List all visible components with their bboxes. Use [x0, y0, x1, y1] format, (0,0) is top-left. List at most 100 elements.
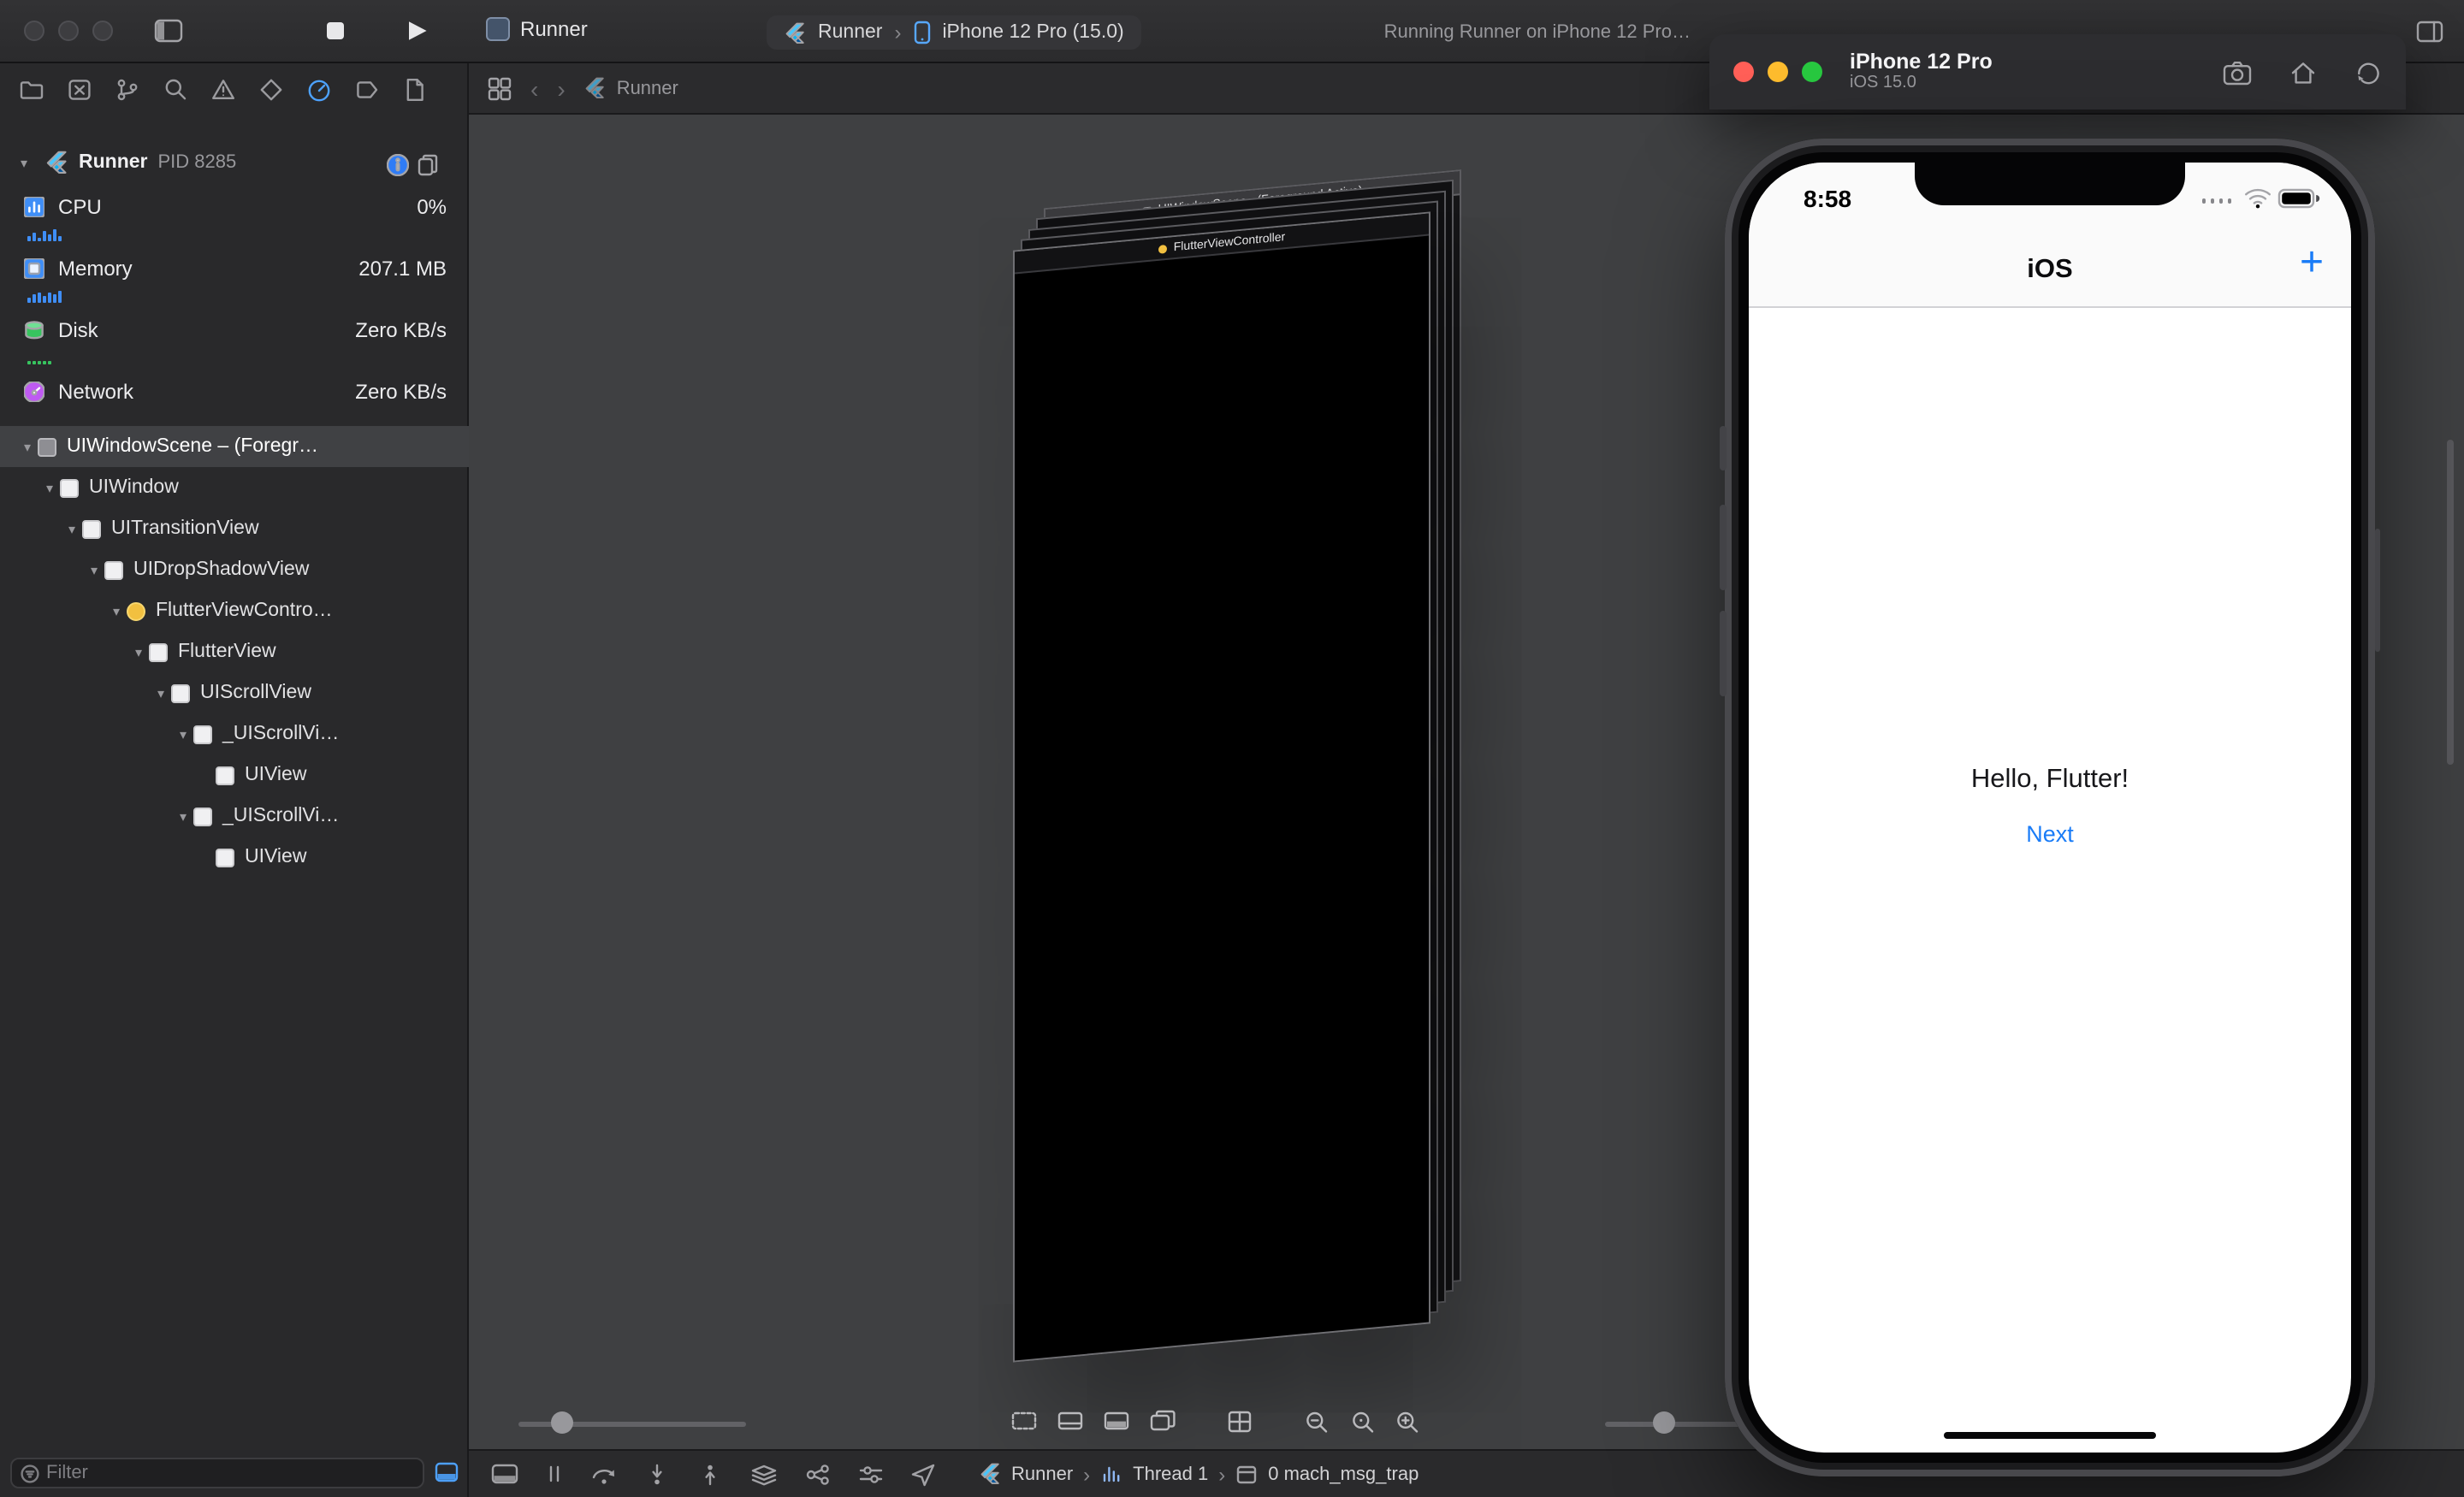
info-icon[interactable]	[387, 154, 409, 176]
forward-chevron-icon[interactable]: ›	[557, 76, 565, 100]
tree-row-uiscrollview-private-1[interactable]: _UIScrollVi…	[0, 713, 469, 754]
stop-button[interactable]	[325, 21, 346, 41]
home-icon[interactable]	[2289, 59, 2317, 85]
gauge-disk[interactable]: Disk	[24, 317, 98, 344]
tree-row-uiwindowscene[interactable]: UIWindowScene – (Foregr…	[0, 426, 469, 467]
tree-row-label: FlutterViewContro…	[156, 601, 333, 621]
canvas-scrollbar[interactable]	[2447, 440, 2454, 765]
tree-row-uiscrollview-private-2[interactable]: _UIScrollVi…	[0, 796, 469, 837]
tree-row-uiscrollview[interactable]: UIScrollView	[0, 672, 469, 713]
zoom-window-button[interactable]	[1802, 62, 1822, 82]
jump-bar-label: Runner	[616, 78, 678, 98]
volume-up-button	[1720, 505, 1726, 590]
minimize-window-button[interactable]	[1768, 62, 1788, 82]
tree-row-uitransitionview[interactable]: UITransitionView	[0, 508, 469, 549]
view-controller-icon	[127, 601, 145, 620]
simulator-title-bar[interactable]: iPhone 12 Pro iOS 15.0	[1709, 34, 2406, 109]
minimize-window-button[interactable]	[58, 21, 79, 41]
zoom-in-icon[interactable]	[1395, 1410, 1420, 1435]
debug-navigator-icon[interactable]	[306, 76, 332, 102]
range-slider-knob[interactable]	[1653, 1411, 1675, 1434]
scheme-name[interactable]: Runner	[818, 22, 882, 43]
home-indicator[interactable]	[1944, 1431, 2156, 1439]
find-navigator-icon[interactable]	[163, 76, 188, 102]
tree-row-flutterviewcontroller[interactable]: FlutterViewContro…	[0, 590, 469, 631]
pause-execution-icon[interactable]	[544, 1463, 565, 1485]
simulate-location-icon[interactable]	[910, 1462, 936, 1486]
debug-panel-toggle-icon[interactable]	[435, 1461, 459, 1483]
simulator-traffic-lights[interactable]	[1733, 62, 1822, 82]
filter-field[interactable]	[10, 1458, 424, 1488]
show-layers-icon[interactable]	[1150, 1410, 1176, 1432]
rotate-device-icon[interactable]	[2354, 59, 2382, 85]
tree-row-uidropshadowview[interactable]: UIDropShadowView	[0, 549, 469, 590]
breadcrumb-chevron	[1218, 1462, 1225, 1486]
filter-input[interactable]	[46, 1463, 414, 1483]
tree-row-uiview-2[interactable]: UIView	[0, 837, 469, 878]
run-button[interactable]	[406, 19, 428, 43]
show-view-frames-icon[interactable]	[1057, 1410, 1083, 1432]
back-chevron-icon[interactable]: ‹	[530, 76, 538, 100]
jump-bar-item[interactable]: Runner	[584, 77, 678, 99]
editor-options-icon[interactable]	[2416, 21, 2443, 43]
tree-row-label: _UIScrollVi…	[222, 806, 340, 826]
tree-row-label: UIWindow	[89, 477, 179, 498]
project-navigator-icon[interactable]	[19, 76, 44, 102]
volume-down-button	[1720, 611, 1726, 696]
breadcrumb-process[interactable]: Runner	[1011, 1464, 1073, 1484]
view-icon	[193, 807, 212, 825]
tree-row-uiview-1[interactable]: UIView	[0, 754, 469, 796]
process-row[interactable]: Runner PID 8285	[14, 151, 236, 175]
zoom-actual-size-icon[interactable]	[1350, 1410, 1376, 1435]
zoom-window-button[interactable]	[92, 21, 113, 41]
related-items-grid-icon[interactable]	[488, 76, 512, 100]
zoom-out-icon[interactable]	[1304, 1410, 1330, 1435]
destination-device-icon	[913, 21, 930, 44]
step-over-icon[interactable]	[590, 1462, 618, 1486]
report-navigator-icon[interactable]	[402, 76, 428, 102]
tree-row-uiwindow[interactable]: UIWindow	[0, 467, 469, 508]
step-out-icon[interactable]	[696, 1462, 724, 1486]
layer-flutterviewcontroller[interactable]: FlutterViewController	[1013, 211, 1430, 1363]
iphone-12-pro-device-frame: 8:58 iOS + Hello, Flutter! Next	[1720, 139, 2380, 1476]
memory-gauge-icon	[24, 258, 44, 279]
tree-row-label: _UIScrollVi…	[222, 724, 340, 744]
orientation-grid-icon[interactable]	[1227, 1410, 1253, 1434]
app-nav-title: iOS	[2027, 255, 2073, 284]
disclosure-icon[interactable]	[14, 152, 34, 173]
view-controller-icon	[1158, 243, 1167, 253]
project-proxy-icon[interactable]	[486, 17, 510, 41]
next-button[interactable]: Next	[1749, 821, 2351, 847]
gauge-cpu[interactable]: CPU	[24, 193, 102, 221]
show-clipped-content-icon[interactable]	[1011, 1410, 1037, 1432]
simulator-screen[interactable]: 8:58 iOS + Hello, Flutter! Next	[1749, 163, 2351, 1453]
screenshot-icon[interactable]	[2223, 59, 2252, 85]
close-window-button[interactable]	[24, 21, 44, 41]
gauge-memory[interactable]: Memory	[24, 255, 133, 282]
step-into-icon[interactable]	[643, 1462, 671, 1486]
tree-row-flutterview[interactable]: FlutterView	[0, 631, 469, 672]
debug-memory-graph-icon[interactable]	[804, 1462, 832, 1486]
source-control-navigator-icon[interactable]	[67, 76, 92, 102]
debug-breadcrumb: Runner Thread 1 0 mach_msg_trap	[979, 1462, 1419, 1486]
symbol-navigator-icon[interactable]	[115, 76, 140, 102]
environment-overrides-icon[interactable]	[857, 1462, 885, 1486]
close-window-button[interactable]	[1733, 62, 1754, 82]
gauge-network[interactable]: Network	[24, 378, 133, 405]
breadcrumb-frame[interactable]: 0 mach_msg_trap	[1268, 1464, 1419, 1484]
view-hierarchy-3d-stack[interactable]: UIWindowScene - (Foreground Active) Flut…	[1013, 169, 1461, 1363]
breakpoint-navigator-icon[interactable]	[354, 76, 380, 102]
breadcrumb-chevron	[1083, 1462, 1090, 1486]
show-contents-icon[interactable]	[1104, 1410, 1129, 1432]
debug-view-hierarchy-icon[interactable]	[749, 1462, 779, 1486]
breadcrumb-thread[interactable]: Thread 1	[1133, 1464, 1208, 1484]
spacing-slider-knob[interactable]	[551, 1411, 573, 1434]
test-navigator-icon[interactable]	[258, 76, 284, 102]
issue-navigator-icon[interactable]	[210, 76, 236, 102]
hide-debug-area-icon[interactable]	[491, 1463, 518, 1485]
add-button[interactable]: +	[2300, 242, 2324, 284]
window-traffic-lights[interactable]	[24, 21, 113, 41]
copy-icon[interactable]	[418, 154, 438, 176]
toggle-sidebar-icon[interactable]	[154, 19, 183, 43]
window-title: Runner	[520, 17, 588, 41]
